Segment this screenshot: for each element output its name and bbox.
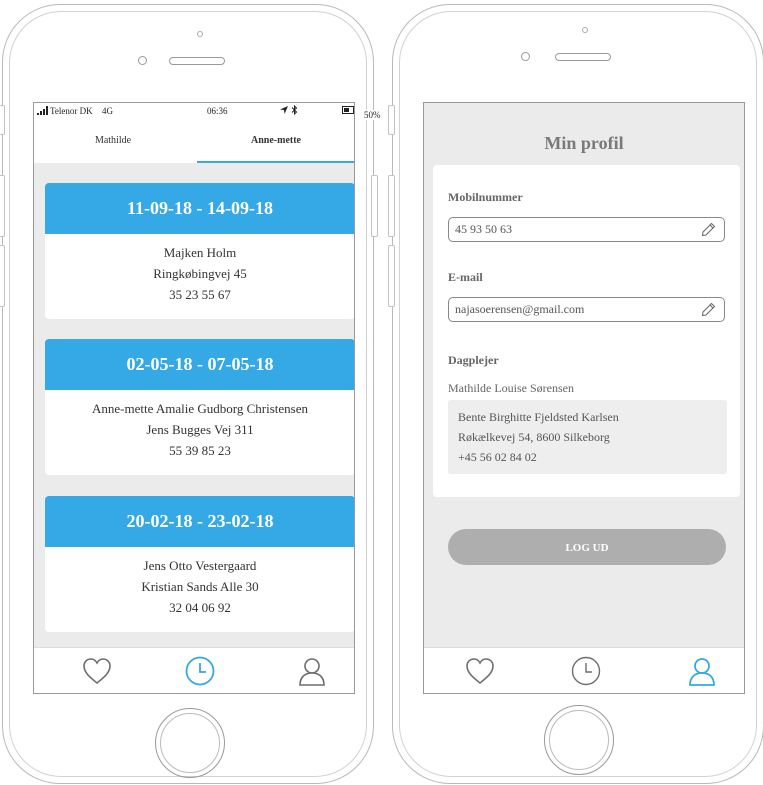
earpiece-speaker: [555, 53, 611, 61]
time-label: 06:36: [207, 106, 228, 116]
mobile-field: [448, 217, 725, 242]
carer-phone: +45 56 02 84 02: [458, 450, 537, 464]
email-field: [448, 297, 725, 322]
edit-pencil-icon[interactable]: [701, 222, 716, 237]
dagplejer-label: Dagplejer: [448, 353, 499, 367]
email-label: E-mail: [448, 270, 483, 284]
tab-anne-mette[interactable]: Anne-mette: [197, 121, 354, 163]
volume-up-button: [388, 175, 395, 237]
volume-down-button: [0, 245, 5, 307]
heart-icon[interactable]: [464, 655, 496, 687]
home-button[interactable]: [155, 708, 225, 778]
screen-profile: Min profil Mobilnummer E-mail Dagplejer …: [423, 102, 745, 694]
carer-address: Røkælkevej 54, 8600 Silkeborg: [458, 430, 610, 444]
booking-name: Jens Otto Vestergaard: [143, 558, 257, 573]
booking-name: Anne-mette Amalie Gudborg Christensen: [91, 401, 309, 416]
page-title: Min profil: [544, 133, 624, 153]
network-label: 4G: [102, 106, 113, 116]
booking-card[interactable]: 02-05-18 - 07-05-18 Anne-mette Amalie Gu…: [45, 339, 354, 475]
mute-switch: [0, 105, 5, 135]
booking-details: Majken Holm Ringkøbingvej 45 35 23 55 67: [45, 234, 354, 305]
user-icon[interactable]: [686, 655, 718, 687]
mobile-input[interactable]: [455, 221, 685, 238]
booking-card[interactable]: 20-02-18 - 23-02-18 Jens Otto Vestergaar…: [45, 496, 354, 632]
mute-switch: [388, 105, 395, 135]
front-camera: [521, 52, 530, 61]
front-mic: [197, 31, 203, 37]
child-tabs: Mathilde Anne-mette: [34, 121, 354, 163]
booking-phone: 35 23 55 67: [169, 287, 231, 302]
screen-bookings: Telenor DK 4G 06:36 Mathilde Anne-mette …: [33, 102, 355, 694]
volume-down-button: [388, 245, 395, 307]
battery-percent: 50%: [364, 110, 381, 120]
front-camera: [138, 56, 147, 65]
mobile-label: Mobilnummer: [448, 190, 523, 204]
carer-name: Bente Birghitte Fjeldsted Karlsen: [458, 410, 619, 424]
logout-button[interactable]: LOG UD: [448, 529, 726, 565]
booking-dates: 20-02-18 - 23-02-18: [45, 496, 354, 547]
carrier-label: Telenor DK: [50, 106, 93, 116]
booking-dates: 11-09-18 - 14-09-18: [45, 183, 354, 234]
user-icon[interactable]: [296, 655, 328, 687]
heart-icon[interactable]: [81, 655, 113, 687]
carer-info-box: Bente Birghitte Fjeldsted Karlsen Røkælk…: [448, 400, 727, 474]
location-icon: [279, 105, 289, 117]
child-name: Mathilde Louise Sørensen: [448, 381, 574, 395]
booking-name: Majken Holm: [163, 245, 237, 260]
booking-address: Kristian Sands Alle 30: [141, 579, 259, 594]
profile-card: Mobilnummer E-mail Dagplejer Mathilde Lo…: [433, 165, 740, 497]
bluetooth-icon: [291, 104, 298, 117]
volume-up-button: [0, 175, 5, 237]
booking-address: Jens Bugges Vej 311: [146, 422, 254, 437]
edit-pencil-icon[interactable]: [701, 302, 716, 317]
tab-mathilde[interactable]: Mathilde: [34, 121, 192, 161]
power-button: [371, 175, 378, 237]
clock-icon[interactable]: [184, 655, 216, 687]
booking-phone: 55 39 85 23: [169, 443, 231, 458]
signal-icon: [37, 106, 49, 117]
booking-address: Ringkøbingvej 45: [153, 266, 247, 281]
earpiece-speaker: [169, 57, 225, 65]
email-input[interactable]: [455, 301, 685, 318]
status-bar: Telenor DK 4G 06:36: [34, 103, 354, 121]
booking-details: Jens Otto Vestergaard Kristian Sands All…: [45, 547, 354, 618]
home-button[interactable]: [544, 705, 614, 775]
booking-details: Anne-mette Amalie Gudborg Christensen Je…: [45, 390, 354, 461]
clock-icon[interactable]: [570, 655, 602, 687]
booking-phone: 32 04 06 92: [169, 600, 231, 615]
booking-dates: 02-05-18 - 07-05-18: [45, 339, 354, 390]
bottom-nav: [34, 647, 354, 693]
phone-frame-left: Telenor DK 4G 06:36 Mathilde Anne-mette …: [0, 4, 378, 784]
front-mic: [582, 27, 588, 33]
battery-icon: [342, 106, 354, 116]
phone-frame-right: Min profil Mobilnummer E-mail Dagplejer …: [388, 4, 763, 784]
booking-card[interactable]: 11-09-18 - 14-09-18 Majken Holm Ringkøbi…: [45, 183, 354, 319]
bottom-nav: [424, 647, 744, 693]
